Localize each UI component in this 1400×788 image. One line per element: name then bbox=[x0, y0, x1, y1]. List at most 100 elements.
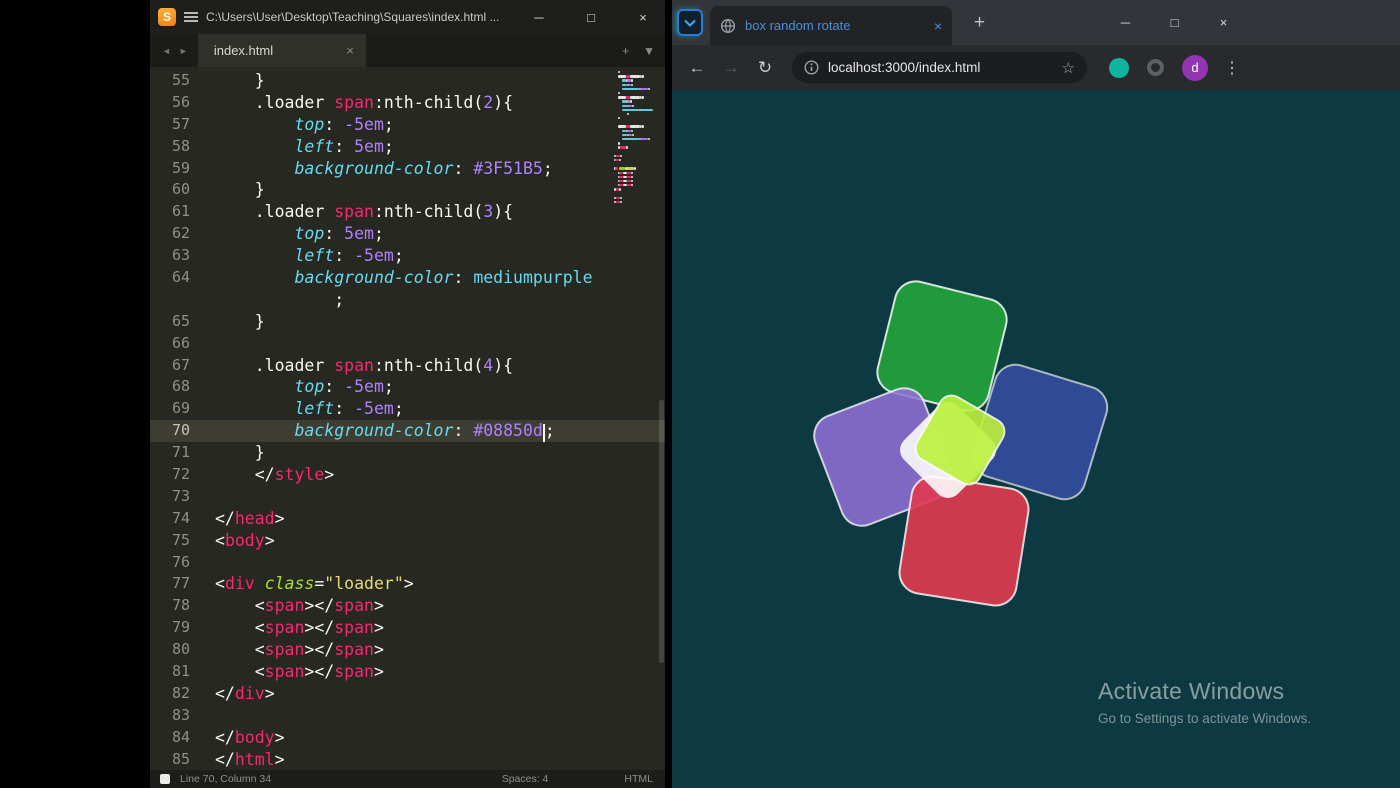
editor-titlebar: S C:\Users\User\Desktop\Teaching\Squares… bbox=[150, 0, 665, 34]
line-number: 79 bbox=[171, 618, 190, 637]
code-line[interactable]: 58 left: 5em; bbox=[150, 136, 665, 158]
code-line[interactable]: 76 bbox=[150, 552, 665, 574]
code-line[interactable]: 71 } bbox=[150, 442, 665, 464]
code-line[interactable]: 81 <span></span> bbox=[150, 661, 665, 683]
activate-windows-watermark: Activate Windows Go to Settings to activ… bbox=[1098, 678, 1311, 726]
browser-tab-close-icon[interactable]: × bbox=[934, 18, 942, 34]
line-number: 70 bbox=[171, 421, 190, 440]
line-number: 80 bbox=[171, 640, 190, 659]
editor-minimize-button[interactable]: ─ bbox=[517, 0, 561, 34]
globe-favicon-icon bbox=[720, 18, 736, 33]
code-line[interactable]: 74 </head> bbox=[150, 508, 665, 530]
code-line[interactable]: 75 <body> bbox=[150, 530, 665, 552]
tab-back-icon[interactable]: ◄ bbox=[158, 46, 175, 56]
code-line[interactable]: 79 <span></span> bbox=[150, 617, 665, 639]
tab-forward-icon[interactable]: ► bbox=[175, 46, 192, 56]
code-line[interactable]: 59 background-color: #3F51B5; bbox=[150, 158, 665, 180]
code-line[interactable]: 84 </body> bbox=[150, 727, 665, 749]
browser-menu-icon[interactable]: ⋮ bbox=[1224, 58, 1240, 78]
code-line[interactable]: 80 <span></span> bbox=[150, 639, 665, 661]
minimap[interactable] bbox=[614, 71, 658, 205]
tab-index-html[interactable]: index.html × bbox=[197, 34, 366, 67]
status-indent[interactable]: Spaces: 4 bbox=[502, 773, 549, 785]
code-line[interactable]: 62 top: 5em; bbox=[150, 223, 665, 245]
loader-square-red bbox=[895, 472, 1033, 610]
code-line[interactable]: 78 <span></span> bbox=[150, 595, 665, 617]
code-line[interactable]: 57 top: -5em; bbox=[150, 114, 665, 136]
code-line[interactable]: 83 bbox=[150, 705, 665, 727]
browser-maximize-button[interactable]: □ bbox=[1150, 0, 1199, 45]
line-number: 74 bbox=[171, 508, 190, 527]
editor-window-title: C:\Users\User\Desktop\Teaching\Squares\i… bbox=[206, 10, 500, 24]
code-line[interactable]: 73 bbox=[150, 486, 665, 508]
browser-window: box random rotate × + ─ □ × ← → ↻ localh… bbox=[672, 0, 1400, 788]
code-line[interactable]: 61 .loader span:nth-child(3){ bbox=[150, 201, 665, 223]
tab-close-icon[interactable]: × bbox=[346, 43, 354, 58]
code-line[interactable]: 63 left: -5em; bbox=[150, 245, 665, 267]
editor-maximize-button[interactable]: □ bbox=[569, 0, 613, 34]
line-number: 55 bbox=[171, 71, 190, 89]
reload-button[interactable]: ↻ bbox=[750, 53, 780, 83]
editor-body: 55 } 56 .loader span:nth-child(2){57 top:… bbox=[150, 67, 665, 770]
browser-toolbar: ← → ↻ localhost:3000/index.html ☆ d ⋮ bbox=[672, 45, 1400, 90]
address-bar[interactable]: localhost:3000/index.html ☆ bbox=[792, 52, 1087, 83]
tab-overflow-icon[interactable]: ▼ bbox=[643, 44, 655, 58]
forward-button[interactable]: → bbox=[716, 53, 746, 83]
code-line[interactable]: 67 .loader span:nth-child(4){ bbox=[150, 355, 665, 377]
editor-close-button[interactable]: × bbox=[621, 0, 665, 34]
browser-tab-title: box random rotate bbox=[745, 18, 851, 33]
browser-page: Activate Windows Go to Settings to activ… bbox=[672, 90, 1400, 788]
back-button[interactable]: ← bbox=[682, 53, 712, 83]
browser-minimize-button[interactable]: ─ bbox=[1101, 0, 1150, 45]
line-number: 61 bbox=[171, 202, 190, 221]
line-number: 71 bbox=[171, 443, 190, 462]
code-line[interactable]: 85 </html> bbox=[150, 749, 665, 770]
line-number: 58 bbox=[171, 136, 190, 155]
extension-teal-icon[interactable] bbox=[1109, 57, 1129, 78]
bookmark-star-icon[interactable]: ☆ bbox=[1062, 59, 1075, 77]
editor-statusbar: Line 70, Column 34 Spaces: 4 HTML bbox=[150, 770, 665, 788]
extension-ring-icon[interactable] bbox=[1147, 59, 1164, 76]
status-syntax[interactable]: HTML bbox=[624, 773, 653, 785]
browser-new-tab-button[interactable]: + bbox=[966, 9, 993, 36]
line-number: 77 bbox=[171, 574, 190, 593]
profile-avatar[interactable]: d bbox=[1182, 54, 1208, 81]
line-number: 57 bbox=[171, 114, 190, 133]
url-text[interactable]: localhost:3000/index.html bbox=[828, 60, 1053, 75]
code-line[interactable]: 77 <div class="loader"> bbox=[150, 573, 665, 595]
tab-search-button[interactable] bbox=[677, 9, 703, 36]
browser-tab[interactable]: box random rotate × bbox=[710, 6, 952, 45]
line-number: 63 bbox=[171, 246, 190, 265]
code-line[interactable]: 82 </div> bbox=[150, 683, 665, 705]
code-line[interactable]: 69 left: -5em; bbox=[150, 398, 665, 420]
line-number: 62 bbox=[171, 224, 190, 243]
code-area[interactable]: 55 } 56 .loader span:nth-child(2){57 top:… bbox=[150, 70, 665, 770]
chevron-down-icon bbox=[684, 19, 696, 27]
editor-scrollbar[interactable] bbox=[659, 400, 664, 663]
line-number: 75 bbox=[171, 530, 190, 549]
code-line[interactable]: 65 } bbox=[150, 311, 665, 333]
code-line[interactable]: 56 .loader span:nth-child(2){ bbox=[150, 92, 665, 114]
code-line[interactable]: 72 </style> bbox=[150, 464, 665, 486]
info-icon[interactable] bbox=[804, 60, 819, 75]
code-line[interactable]: 70 background-color: #08850d; bbox=[150, 420, 665, 443]
menu-icon[interactable] bbox=[184, 12, 198, 22]
tab-label: index.html bbox=[213, 43, 274, 58]
editor-tabbar: ◄ ► index.html × + ▼ bbox=[150, 34, 665, 67]
line-number: 76 bbox=[171, 552, 190, 571]
new-tab-icon[interactable]: + bbox=[622, 44, 629, 58]
line-number: 83 bbox=[171, 705, 190, 724]
line-number: 68 bbox=[171, 377, 190, 396]
line-number: 78 bbox=[171, 596, 190, 615]
code-line[interactable]: 60 } bbox=[150, 179, 665, 201]
code-line[interactable]: 66 bbox=[150, 333, 665, 355]
status-indicator-icon[interactable] bbox=[160, 774, 170, 784]
code-line[interactable]: ; bbox=[150, 289, 665, 311]
browser-close-button[interactable]: × bbox=[1199, 0, 1248, 45]
line-number: 84 bbox=[171, 727, 190, 746]
code-line[interactable]: 64 background-color: mediumpurple bbox=[150, 267, 665, 289]
line-number: 81 bbox=[171, 662, 190, 681]
code-line[interactable]: 68 top: -5em; bbox=[150, 376, 665, 398]
code-line[interactable]: 55 } bbox=[150, 70, 665, 92]
browser-tabstrip: box random rotate × + ─ □ × bbox=[672, 0, 1400, 45]
